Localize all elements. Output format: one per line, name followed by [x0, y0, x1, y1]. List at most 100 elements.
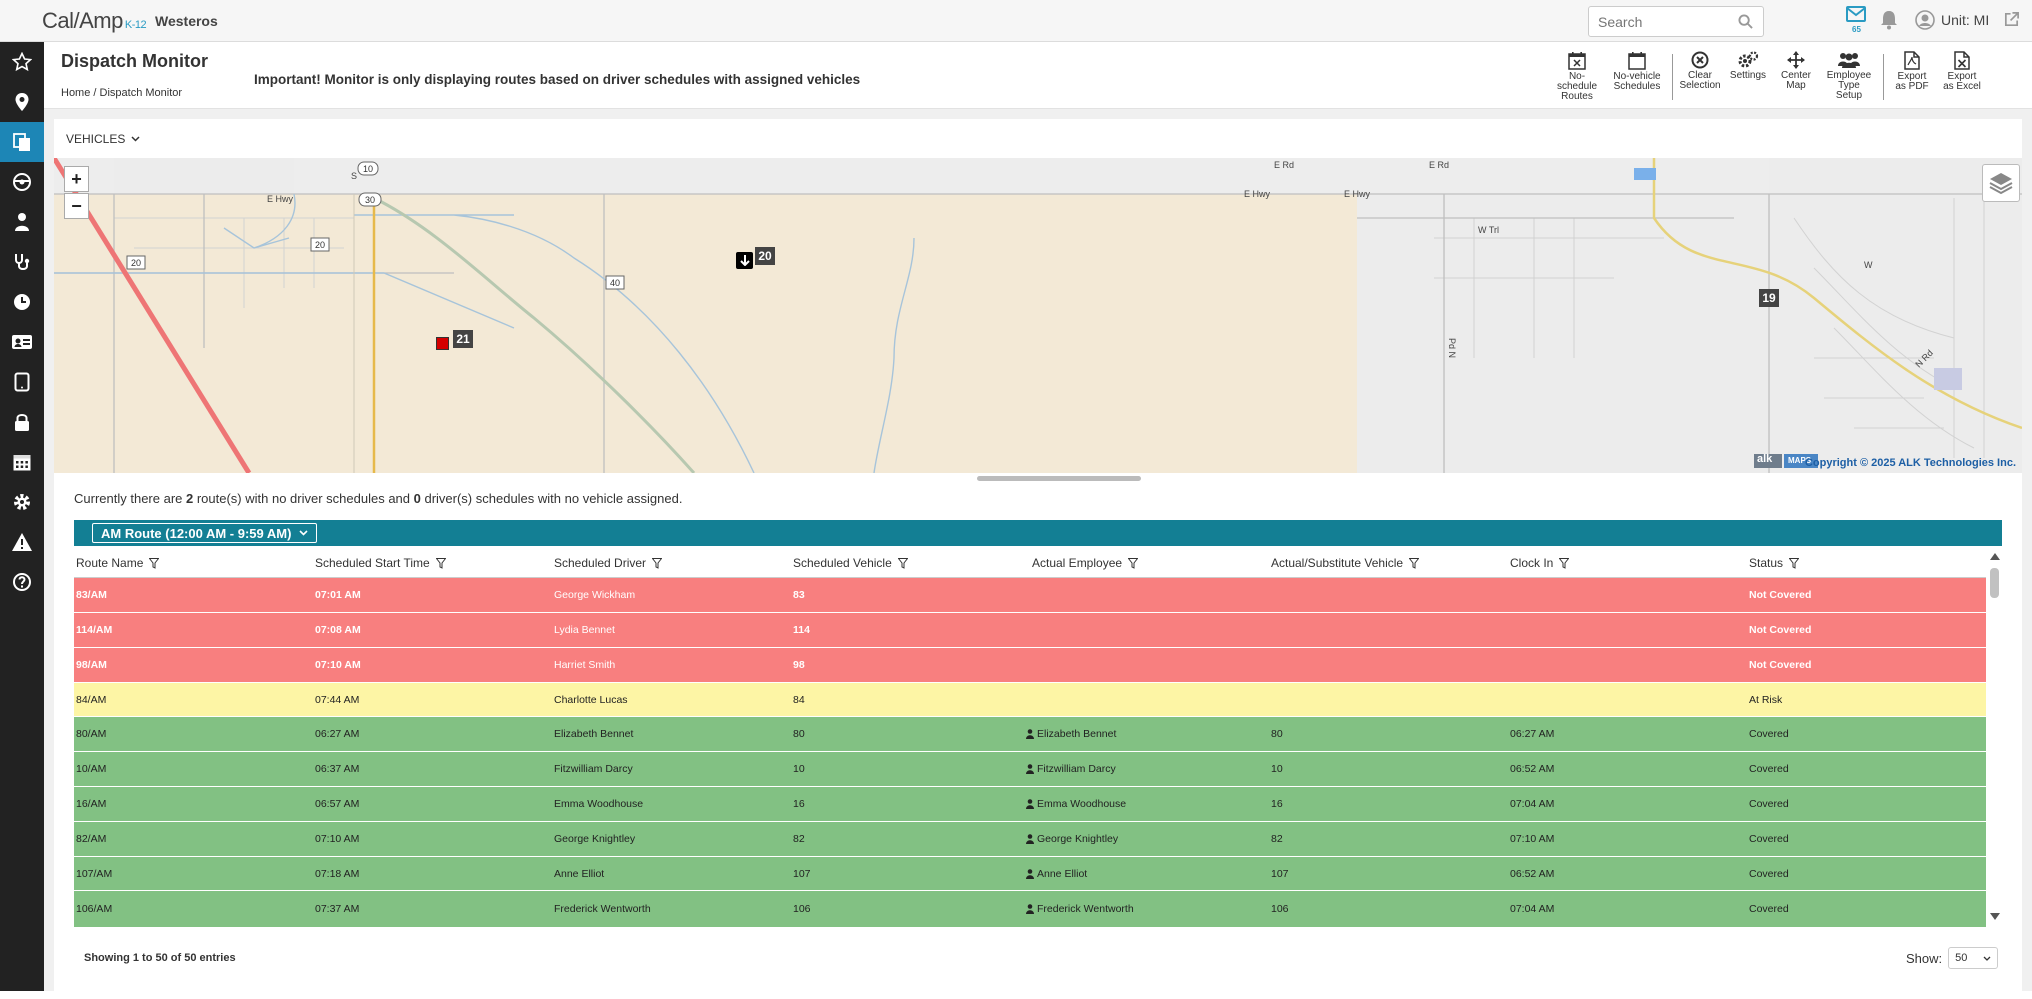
- external-link-button[interactable]: [2003, 11, 2020, 33]
- vehicle-direction-marker[interactable]: [736, 252, 753, 269]
- no-schedule-routes-button[interactable]: No-schedule Routes: [1552, 51, 1602, 102]
- map-layers-button[interactable]: [1982, 164, 2020, 202]
- sidebar-item-alerts[interactable]: [0, 522, 44, 562]
- scroll-down-icon[interactable]: [1990, 913, 2000, 920]
- sidebar-item-health[interactable]: [0, 242, 44, 282]
- column-header-clock-in[interactable]: Clock In: [1510, 556, 1570, 570]
- sidebar-item-dispatch[interactable]: [0, 122, 44, 162]
- zoom-in-button[interactable]: +: [64, 166, 89, 192]
- calamp-logo[interactable]: Cal/Amp K-12: [42, 8, 147, 34]
- table-row[interactable]: 114/AM 07:08 AM Lydia Bennet 114 Not Covered: [74, 613, 1986, 648]
- table-row[interactable]: 83/AM 07:01 AM George Wickham 83 Not Covered: [74, 578, 1986, 613]
- top-bar: Cal/AmpK-12 Westeros 65 Unit: MI: [0, 0, 2032, 42]
- filter-icon[interactable]: [149, 557, 160, 569]
- person-icon: [1026, 764, 1034, 774]
- filter-icon[interactable]: [1559, 557, 1570, 569]
- messages-button[interactable]: 65: [1846, 6, 1866, 34]
- sidebar-item-vehicle[interactable]: [0, 162, 44, 202]
- no-vehicle-schedules-button[interactable]: No-vehicle Schedules: [1612, 51, 1662, 92]
- cell-status: Covered: [1749, 763, 1789, 775]
- column-header-scheduled-start-time[interactable]: Scheduled Start Time: [315, 556, 446, 570]
- table-row[interactable]: 98/AM 07:10 AM Harriet Smith 98 Not Covered: [74, 648, 1986, 683]
- sidebar-item-id-card[interactable]: [0, 322, 44, 362]
- vehicle-marker[interactable]: 20: [755, 247, 775, 265]
- column-header-scheduled-driver[interactable]: Scheduled Driver: [554, 556, 663, 570]
- table-row[interactable]: 16/AM 06:57 AM Emma Woodhouse 16 Emma Woodho…: [74, 787, 1986, 822]
- toolbar: No-schedule Routes No-vehicle Schedules …: [1552, 51, 1992, 102]
- page-size-select[interactable]: 50: [1948, 947, 1999, 969]
- filter-icon[interactable]: [1789, 557, 1800, 569]
- sidebar-item-security[interactable]: [0, 402, 44, 442]
- employee-type-setup-button[interactable]: Employee Type Setup: [1825, 51, 1873, 101]
- cell-scheduled-vehicle: 84: [793, 693, 805, 706]
- breadcrumb-home[interactable]: Home: [61, 87, 90, 99]
- notifications-button[interactable]: [1880, 10, 1898, 35]
- sidebar-item-calendar[interactable]: [0, 442, 44, 482]
- mail-count: 65: [1852, 25, 1861, 34]
- user-menu[interactable]: Unit: MI: [1915, 10, 1989, 30]
- cell-status: Covered: [1749, 867, 1789, 880]
- sidebar-item-favorites[interactable]: [0, 42, 44, 82]
- gear-icon: [14, 494, 30, 510]
- map-copyright: Copyright © 2025 ALK Technologies Inc.: [1804, 457, 2016, 469]
- vehicle-marker[interactable]: 19: [1759, 289, 1779, 307]
- person-icon: [1026, 868, 1034, 879]
- table-row[interactable]: 80/AM 06:27 AM Elizabeth Bennet 80 Elizabeth…: [74, 717, 1986, 752]
- search-box[interactable]: [1588, 6, 1764, 37]
- column-header-route-name[interactable]: Route Name: [76, 556, 160, 570]
- sidebar-item-location[interactable]: [0, 82, 44, 122]
- page-size-control: Show: 50: [1906, 947, 1999, 969]
- scroll-up-icon[interactable]: [1990, 553, 2000, 560]
- settings-button[interactable]: Settings: [1729, 51, 1767, 81]
- sidebar-item-time[interactable]: [0, 282, 44, 322]
- table-scrollbar[interactable]: [1988, 548, 2002, 927]
- cell-actual-substitute-vehicle: 107: [1271, 867, 1289, 880]
- search-input[interactable]: [1598, 7, 1738, 36]
- center-map-button[interactable]: Center Map: [1777, 51, 1815, 91]
- sidebar-item-student[interactable]: [0, 202, 44, 242]
- map-view[interactable]: E Hwy E Hwy E Hwy E Rd E Rd W Trl Pd N N…: [54, 158, 2022, 473]
- table-row[interactable]: 82/AM 07:10 AM George Knightley 82 George Kn…: [74, 822, 1986, 857]
- search-icon[interactable]: [1738, 14, 1753, 34]
- sidebar-item-help[interactable]: [0, 562, 44, 602]
- clear-selection-button[interactable]: Clear Selection: [1679, 51, 1721, 91]
- export-excel-button[interactable]: Export as Excel: [1942, 51, 1982, 92]
- filter-icon[interactable]: [652, 557, 663, 569]
- table-row[interactable]: 84/AM 07:44 AM Charlotte Lucas 84 At Risk: [74, 683, 1986, 717]
- column-header-actual-employee[interactable]: Actual Employee: [1032, 556, 1139, 570]
- monitor-notice: Important! Monitor is only displaying ro…: [254, 72, 861, 87]
- cell-status: Not Covered: [1749, 624, 1812, 636]
- vehicle-stopped-marker[interactable]: [436, 337, 449, 350]
- filter-icon[interactable]: [435, 557, 446, 569]
- route-period-select[interactable]: AM Route (12:00 AM - 9:59 AM): [92, 523, 318, 543]
- export-pdf-button[interactable]: Export as PDF: [1892, 51, 1932, 92]
- scrollbar-thumb[interactable]: [1990, 568, 1999, 598]
- table-row[interactable]: 106/AM 07:37 AM Frederick Wentworth 106 Fred…: [74, 891, 1986, 927]
- cell-scheduled-driver: George Wickham: [554, 589, 636, 601]
- sidebar-item-tablet[interactable]: [0, 362, 44, 402]
- excel-file-icon: [1954, 51, 1970, 70]
- column-header-actual-substitute-vehicle[interactable]: Actual/Substitute Vehicle: [1271, 556, 1420, 570]
- svg-text:20: 20: [131, 258, 141, 268]
- toolbar-divider: [1883, 53, 1884, 100]
- calendar-icon: [13, 455, 31, 471]
- person-icon: [1026, 834, 1034, 844]
- cell-actual-substitute-vehicle: 106: [1271, 903, 1289, 915]
- filter-icon[interactable]: [897, 557, 908, 569]
- clear-circle-icon: [1691, 51, 1709, 69]
- zoom-out-button[interactable]: −: [64, 193, 89, 219]
- column-header-scheduled-vehicle[interactable]: Scheduled Vehicle: [793, 556, 908, 570]
- table-row[interactable]: 107/AM 07:18 AM Anne Elliot 107 Anne Elliot 1…: [74, 857, 1986, 891]
- cell-scheduled-start-time: 06:27 AM: [315, 728, 360, 740]
- table-row[interactable]: 10/AM 06:37 AM Fitzwilliam Darcy 10 Fitzwill…: [74, 752, 1986, 787]
- breadcrumb-current: Dispatch Monitor: [99, 87, 183, 99]
- cell-scheduled-start-time: 07:01 AM: [315, 589, 361, 601]
- vehicle-marker[interactable]: 21: [453, 330, 473, 348]
- district-name: Westeros: [155, 13, 218, 29]
- filter-icon[interactable]: [1128, 557, 1139, 569]
- column-header-status[interactable]: Status: [1749, 556, 1800, 570]
- vehicles-dropdown[interactable]: VEHICLES: [54, 119, 2022, 159]
- filter-icon[interactable]: [1409, 557, 1420, 569]
- map-resize-handle[interactable]: [977, 476, 1141, 481]
- sidebar-item-settings[interactable]: [0, 482, 44, 522]
